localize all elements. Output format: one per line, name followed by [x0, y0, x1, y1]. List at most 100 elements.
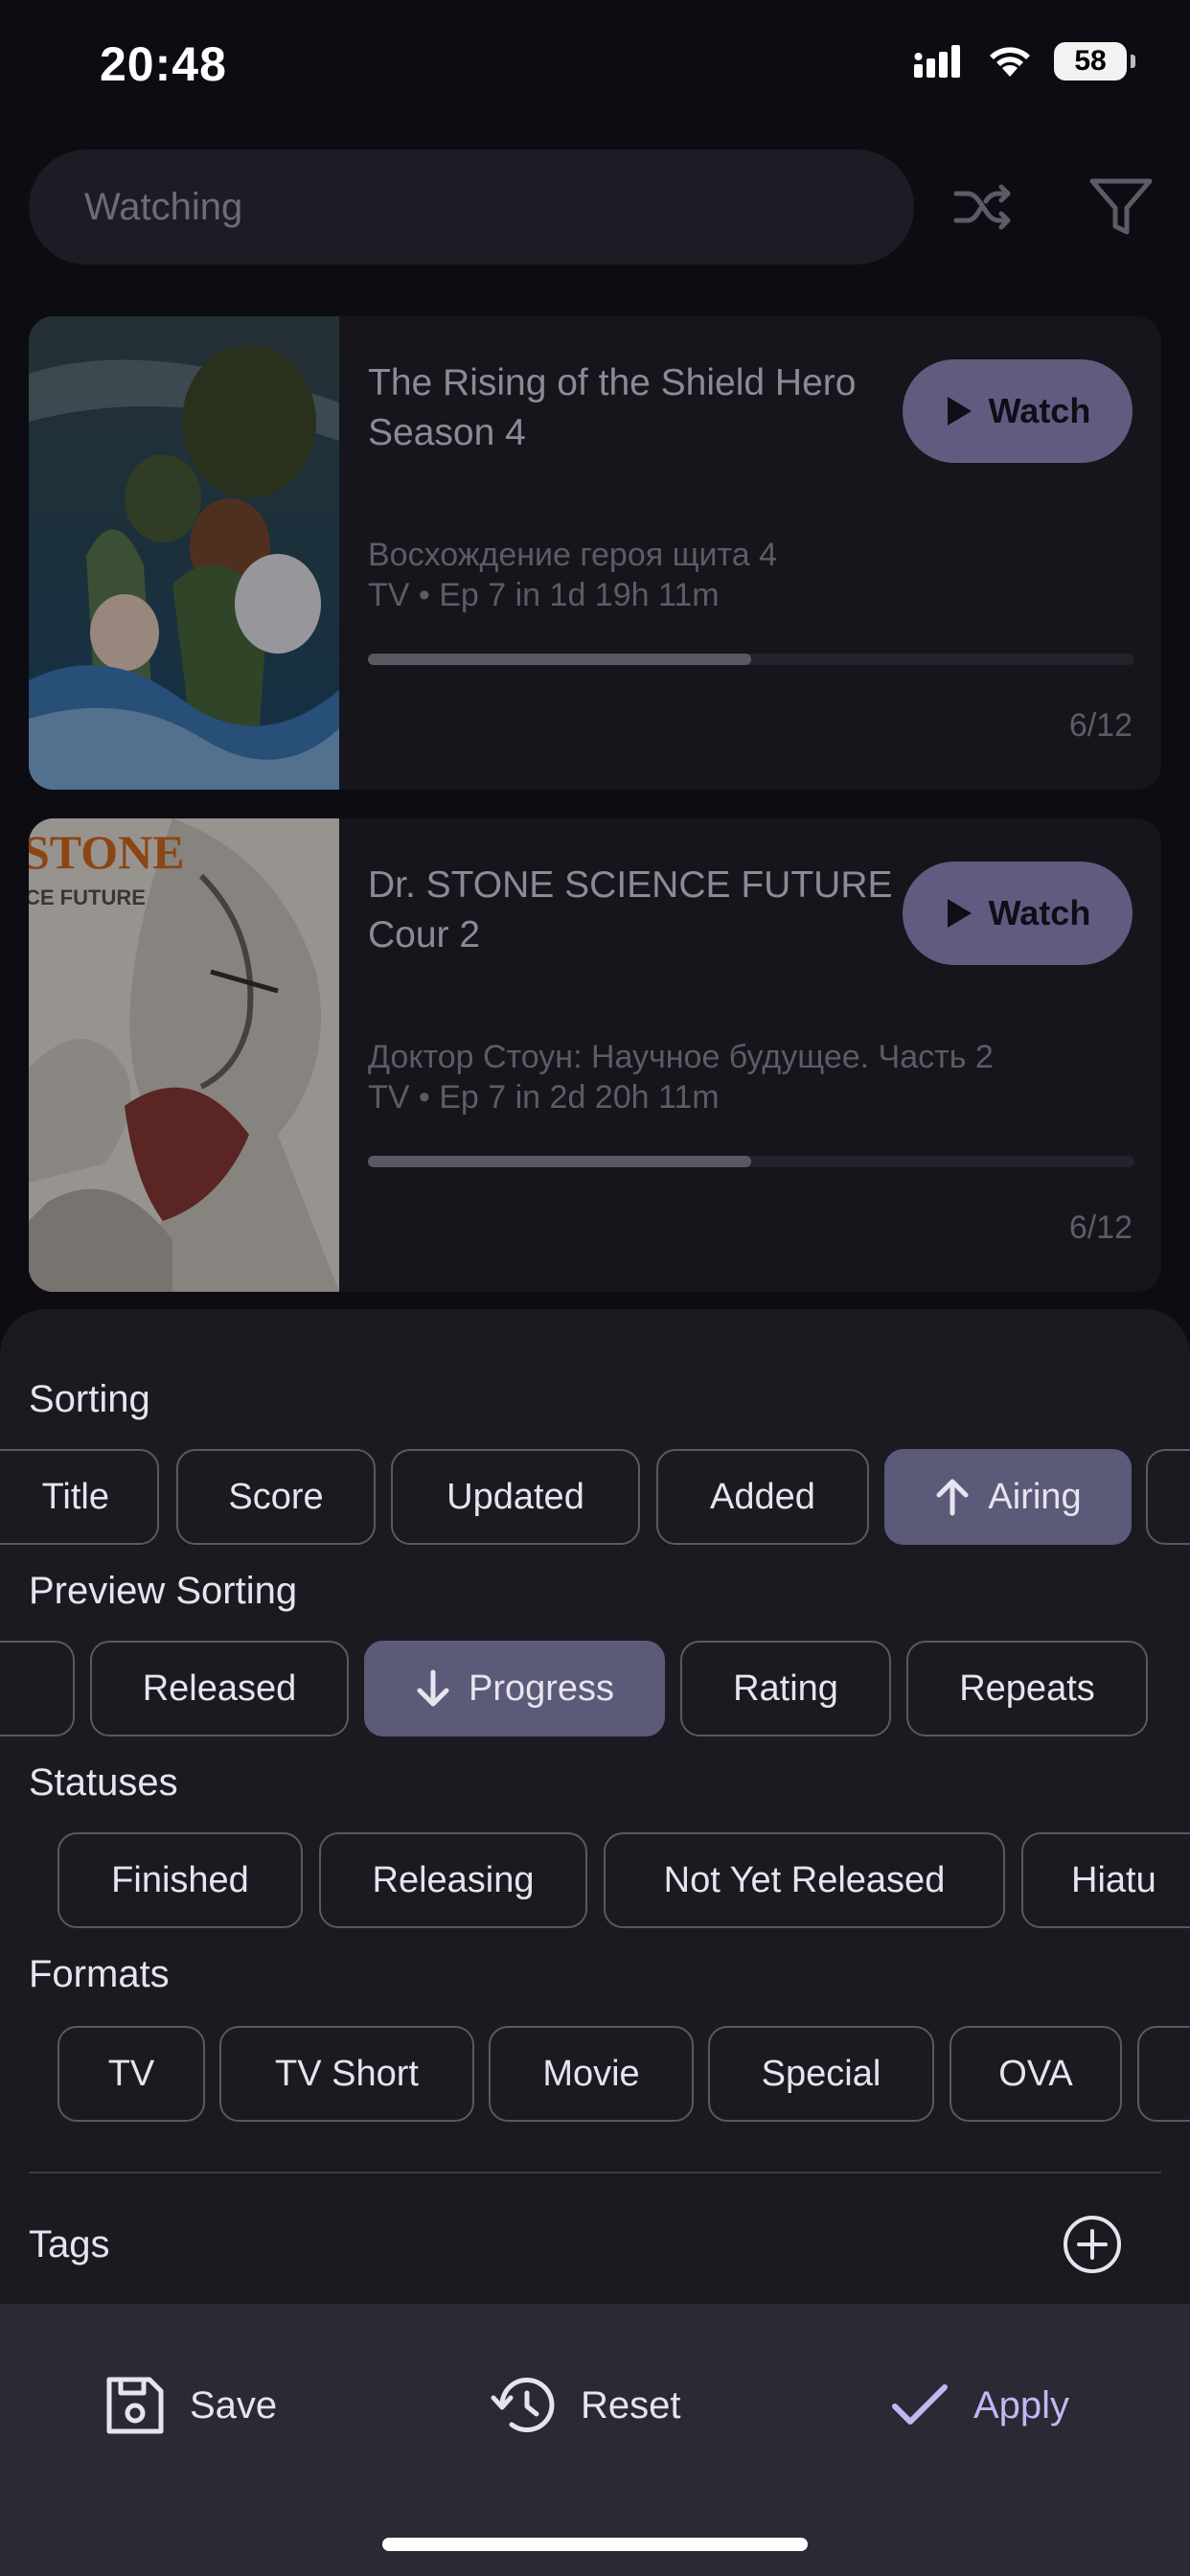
format-chip-ova[interactable]: OVA [950, 2026, 1122, 2122]
watch-label: Watch [988, 391, 1091, 430]
shuffle-icon [953, 184, 1011, 230]
episode-count: 6/12 [1068, 707, 1133, 744]
chip-label: Movie [542, 2053, 640, 2094]
anime-card[interactable]: The Rising of the Shield Hero Season 4 W… [29, 316, 1161, 790]
add-circle-icon [1064, 2216, 1121, 2273]
shuffle-button[interactable] [949, 172, 1018, 242]
chip-label: Releasing [372, 1859, 535, 1900]
search-input[interactable]: Watching [29, 150, 914, 264]
arrow-down-icon [417, 1669, 449, 1707]
anime-details: Доктор Стоун: Научное будущее. Часть 2 T… [368, 1037, 1134, 1117]
home-indicator [382, 2538, 808, 2551]
chip-label: Rating [733, 1668, 838, 1709]
progress-bar [368, 654, 1134, 665]
chip-label: Title [41, 1476, 109, 1517]
sort-chip-more[interactable] [1146, 1449, 1190, 1545]
sort-chip-score[interactable]: Score [176, 1449, 376, 1545]
sorting-label: Sorting [29, 1378, 150, 1420]
status-bar: 20:48 58 [0, 0, 1190, 134]
sort-chip-airing[interactable]: Airing [884, 1449, 1132, 1545]
statuses-label: Statuses [29, 1761, 178, 1804]
progress-bar [368, 1156, 1134, 1167]
anime-alt-title: Восхождение героя щита 4 [368, 537, 778, 573]
preview-sort-chip-hidden[interactable] [0, 1641, 75, 1736]
arrow-up-icon [936, 1479, 969, 1516]
chip-label: TV [107, 2053, 155, 2094]
chip-label: Repeats [959, 1668, 1095, 1709]
history-icon [491, 2378, 555, 2432]
sort-chip-title[interactable]: Title [0, 1449, 159, 1545]
chip-label: Finished [111, 1859, 249, 1900]
cover-image: STONE CE FUTURE [29, 818, 339, 1292]
filter-button[interactable] [1087, 172, 1156, 242]
status-chip-releasing[interactable]: Releasing [319, 1832, 587, 1928]
status-time: 20:48 [100, 37, 227, 91]
sort-chip-updated[interactable]: Updated [391, 1449, 640, 1545]
apply-button[interactable]: Apply [891, 2367, 1069, 2444]
format-chips[interactable]: TV TV Short Movie Special OVA [0, 2026, 1190, 2124]
chip-label: Not Yet Released [663, 1859, 946, 1900]
anime-title: Dr. STONE SCIENCE FUTURE Cour 2 [368, 864, 893, 955]
tags-label: Tags [29, 2223, 110, 2266]
preview-sort-chip-progress[interactable]: Progress [364, 1641, 665, 1736]
chip-label: Released [142, 1668, 297, 1709]
preview-sorting-label: Preview Sorting [29, 1570, 298, 1612]
anime-title: The Rising of the Shield Hero Season 4 [368, 362, 857, 453]
watch-button[interactable]: Watch [903, 862, 1133, 965]
anime-airing-info: TV • Ep 7 in 1d 19h 11m [368, 577, 720, 613]
save-button[interactable]: Save [105, 2367, 277, 2444]
chip-label: Progress [468, 1668, 615, 1709]
anime-card[interactable]: STONE CE FUTURE Dr. STONE SCIENCE FUTURE… [29, 818, 1161, 1292]
format-chip-more[interactable] [1137, 2026, 1190, 2122]
chip-label: Hiatu [1071, 1859, 1156, 1900]
check-icon [892, 2384, 948, 2425]
battery-level: 58 [1074, 45, 1107, 77]
progress-fill [368, 1156, 751, 1167]
cellular-signal-icon [914, 45, 960, 78]
save-icon [106, 2377, 164, 2434]
play-icon [947, 899, 972, 928]
format-chip-special[interactable]: Special [708, 2026, 934, 2122]
wifi-icon [990, 47, 1030, 77]
reset-button[interactable]: Reset [491, 2367, 681, 2444]
status-chip-finished[interactable]: Finished [57, 1832, 303, 1928]
add-tag-button[interactable] [1062, 2214, 1123, 2275]
chip-label: Score [228, 1476, 324, 1517]
chip-label: Airing [988, 1476, 1082, 1517]
action-bar: Save Reset Apply [0, 2304, 1190, 2576]
filter-sheet: Sorting Title Score Updated Added Airing… [0, 1309, 1190, 2576]
sort-chip-added[interactable]: Added [656, 1449, 869, 1545]
anime-alt-title: Доктор Стоун: Научное будущее. Часть 2 [368, 1039, 994, 1075]
apply-label: Apply [973, 2383, 1070, 2426]
preview-sort-chip-repeats[interactable]: Repeats [906, 1641, 1148, 1736]
preview-sort-chip-released[interactable]: Released [90, 1641, 349, 1736]
episode-count: 6/12 [1068, 1209, 1133, 1246]
format-chip-movie[interactable]: Movie [489, 2026, 694, 2122]
chip-label: Added [710, 1476, 815, 1517]
watch-button[interactable]: Watch [903, 359, 1133, 463]
chip-label: OVA [998, 2053, 1073, 2094]
anime-airing-info: TV • Ep 7 in 2d 20h 11m [368, 1079, 720, 1116]
preview-sorting-chips[interactable]: Released Progress Rating Repeats [0, 1641, 1190, 1738]
reset-label: Reset [581, 2383, 681, 2426]
progress-fill [368, 654, 751, 665]
preview-sort-chip-rating[interactable]: Rating [680, 1641, 891, 1736]
divider [29, 2172, 1161, 2174]
format-chip-tv[interactable]: TV [57, 2026, 205, 2122]
status-chip-hiatus[interactable]: Hiatu [1021, 1832, 1190, 1928]
formats-label: Formats [29, 1953, 170, 1995]
watch-label: Watch [988, 893, 1091, 932]
search-placeholder: Watching [84, 185, 243, 228]
status-chip-not-yet-released[interactable]: Not Yet Released [604, 1832, 1005, 1928]
filter-icon [1089, 178, 1153, 235]
format-chip-tv-short[interactable]: TV Short [219, 2026, 474, 2122]
status-chips[interactable]: Finished Releasing Not Yet Released Hiat… [0, 1832, 1190, 1930]
chip-label: TV Short [275, 2053, 419, 2094]
sorting-chips[interactable]: Title Score Updated Added Airing [0, 1449, 1190, 1547]
battery-icon: 58 [1054, 42, 1135, 80]
chip-label: Special [761, 2053, 881, 2094]
anime-details: Восхождение героя щита 4 TV • Ep 7 in 1d… [368, 535, 1134, 615]
status-icons: 58 [914, 42, 1135, 80]
save-label: Save [190, 2383, 278, 2426]
play-icon [947, 397, 972, 426]
